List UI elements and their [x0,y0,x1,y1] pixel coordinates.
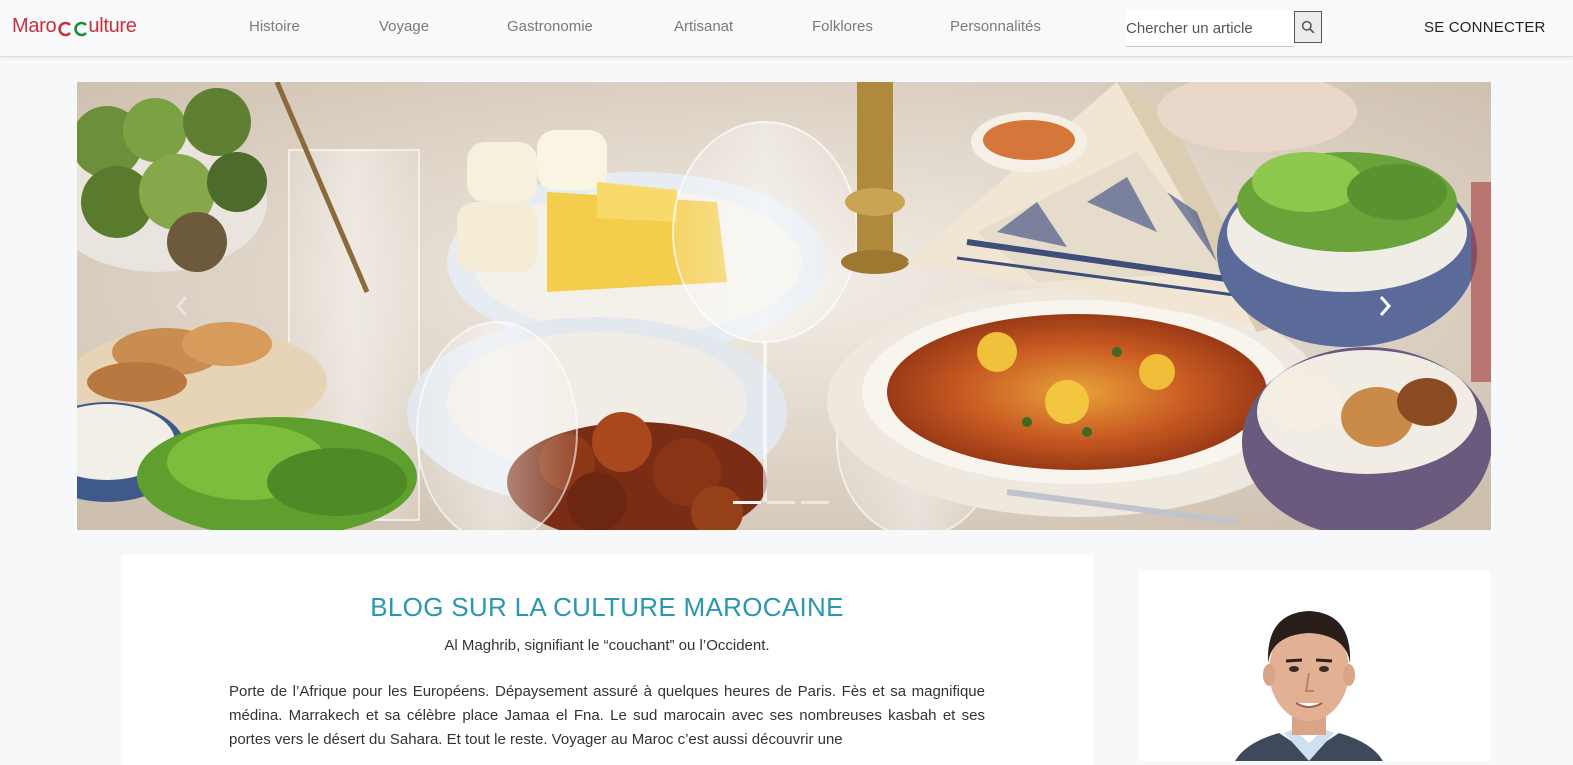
carousel-indicator-2[interactable] [767,501,795,504]
blog-intro-text: Porte de l’Afrique pour les Européens. D… [229,683,985,748]
brand-text-part1: Maro [12,15,57,37]
search-button[interactable] [1294,11,1322,43]
navbar: Maro ulture Histoire Voyage Gastronomie … [0,0,1573,57]
nav-link-voyage[interactable]: Voyage [379,18,429,35]
carousel-next-button[interactable] [1355,282,1415,330]
nav-link-personnalites[interactable]: Personnalités [950,18,1041,35]
carousel-indicator-3[interactable] [801,501,829,504]
login-link[interactable]: SE CONNECTER [1424,19,1546,36]
nav-link-gastronomie[interactable]: Gastronomie [507,18,593,35]
carousel-slide-image [77,82,1491,530]
carousel-indicators [733,501,829,504]
chevron-left-icon [175,296,188,316]
search-input[interactable] [1126,10,1294,47]
author-avatar [1235,611,1383,761]
brand-logo[interactable]: Maro ulture [12,15,137,38]
blog-intro-card: BLOG SUR LA CULTURE MAROCAINE Al Maghrib… [121,555,1093,765]
blog-title: BLOG SUR LA CULTURE MAROCAINE [370,592,844,622]
brand-logo-icon [57,20,72,36]
nav-link-artisanat[interactable]: Artisanat [674,18,733,35]
brand-logo-icon-2 [73,20,88,36]
nav-link-folklores[interactable]: Folklores [812,18,873,35]
hero-carousel [77,82,1491,530]
chevron-right-icon [1379,296,1392,316]
carousel-indicator-1[interactable] [733,501,761,504]
carousel-prev-button[interactable] [152,282,212,330]
nav-link-histoire[interactable]: Histoire [249,18,300,35]
brand-text-part2: ulture [88,15,137,37]
search-icon [1301,20,1315,34]
blog-subtitle: Al Maghrib, signifiant le “couchant” ou … [444,637,770,654]
author-card [1138,571,1491,761]
